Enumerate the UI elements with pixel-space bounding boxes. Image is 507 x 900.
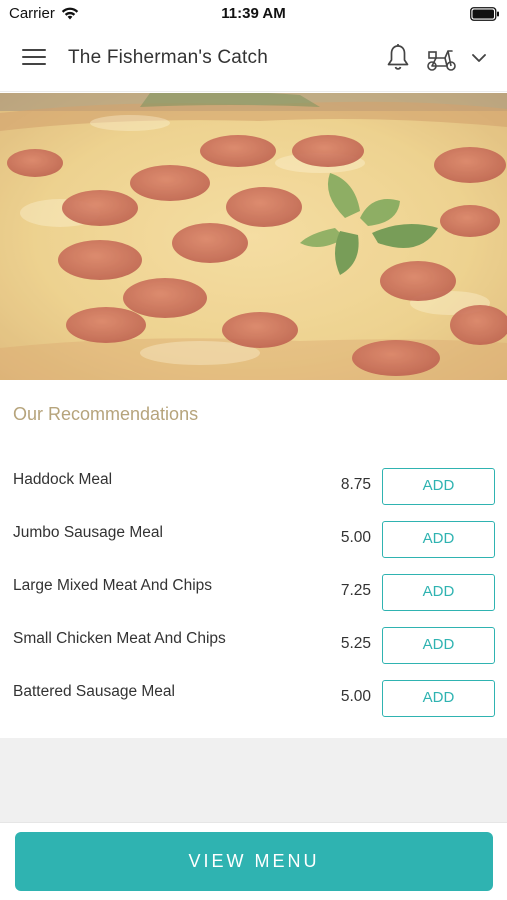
add-button[interactable]: ADD: [382, 468, 495, 505]
recommendations-section: Our Recommendations Haddock Meal 8.75 AD…: [0, 380, 507, 738]
battery-icon: [470, 7, 499, 21]
add-button[interactable]: ADD: [382, 627, 495, 664]
item-price: 5.25: [340, 635, 371, 652]
item-name: Small Chicken Meat And Chips: [13, 630, 226, 647]
add-button[interactable]: ADD: [382, 680, 495, 717]
bell-icon[interactable]: [385, 43, 411, 73]
item-price: 5.00: [340, 529, 371, 546]
item-price: 7.25: [340, 582, 371, 599]
empty-area: [0, 738, 507, 822]
list-item: Battered Sausage Meal 5.00 ADD: [0, 676, 507, 729]
bottom-bar: VIEW MENU: [0, 822, 507, 900]
item-name: Large Mixed Meat And Chips: [13, 577, 213, 594]
add-button[interactable]: ADD: [382, 521, 495, 558]
list-item: Small Chicken Meat And Chips 5.25 ADD: [0, 623, 507, 676]
chevron-down-icon[interactable]: [470, 50, 488, 66]
app-header: The Fisherman's Catch: [0, 28, 507, 92]
section-title: Our Recommendations: [13, 404, 199, 424]
status-bar: Carrier 11:39 AM: [0, 0, 507, 28]
hero-pizza-image: [0, 93, 507, 380]
item-price: 5.00: [340, 688, 371, 705]
item-price: 8.75: [340, 476, 371, 493]
add-button[interactable]: ADD: [382, 574, 495, 611]
recommendation-list: Haddock Meal 8.75 ADD Jumbo Sausage Meal…: [0, 464, 507, 729]
item-name: Jumbo Sausage Meal: [13, 524, 163, 541]
list-item: Haddock Meal 8.75 ADD: [0, 464, 507, 517]
item-name: Haddock Meal: [13, 471, 113, 488]
view-menu-button[interactable]: VIEW MENU: [15, 832, 493, 891]
hamburger-menu-icon[interactable]: [22, 49, 46, 71]
pizza-illustration: [0, 93, 507, 380]
page-title: The Fisherman's Catch: [68, 47, 269, 68]
item-name: Battered Sausage Meal: [13, 683, 175, 700]
status-time: 11:39 AM: [221, 5, 286, 22]
list-item: Jumbo Sausage Meal 5.00 ADD: [0, 517, 507, 570]
list-item: Large Mixed Meat And Chips 7.25 ADD: [0, 570, 507, 623]
delivery-scooter-icon[interactable]: [426, 46, 458, 72]
